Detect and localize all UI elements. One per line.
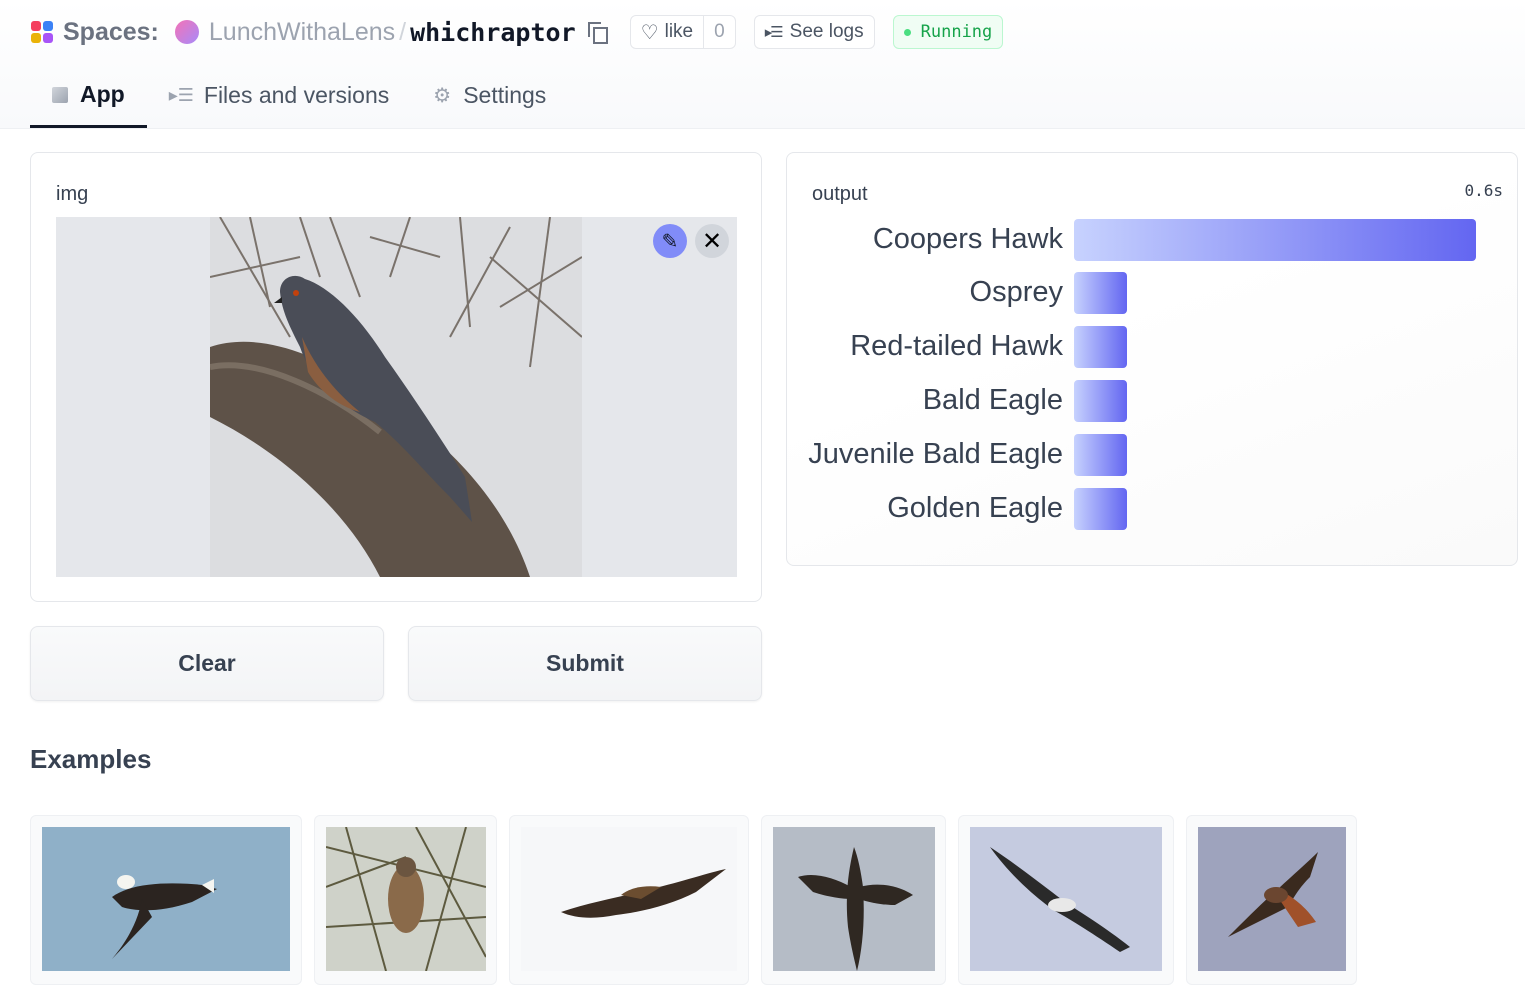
path-separator: / [399, 17, 407, 46]
like-button[interactable]: ♡ like 0 [629, 15, 736, 49]
clear-button[interactable]: Clear [30, 626, 384, 701]
confidence-label: Red-tailed Hawk [850, 330, 1063, 362]
image-input[interactable]: ✎ ✕ [56, 217, 737, 577]
confidence-label: Bald Eagle [922, 384, 1063, 416]
timing-badge: 0.6s [1464, 181, 1503, 200]
see-logs-label: See logs [789, 21, 864, 42]
tab-settings-label: Settings [463, 81, 547, 108]
confidence-row: Juvenile Bald Eagle [787, 434, 1519, 476]
like-label: like [664, 21, 694, 42]
example-image-coopers-hawk [326, 827, 486, 971]
confidence-label: Coopers Hawk [872, 223, 1063, 255]
example-thumbnail[interactable] [761, 815, 946, 985]
remove-image-button[interactable]: ✕ [695, 224, 729, 258]
example-thumbnail[interactable] [314, 815, 497, 985]
confidence-label: Osprey [969, 276, 1063, 308]
status-label: Running [920, 22, 993, 42]
example-image-golden-eagle [521, 827, 737, 971]
cube-icon [52, 86, 68, 103]
confidence-label: Golden Eagle [887, 492, 1063, 524]
output-label: output [812, 183, 868, 205]
files-icon: ▸☰ [168, 84, 194, 105]
repo-link[interactable]: whichraptor [410, 18, 576, 47]
example-thumbnail[interactable] [509, 815, 749, 985]
status-badge[interactable]: Running [892, 15, 1004, 49]
space-tabs: App ▸☰ Files and versions ⚙ Settings [30, 64, 568, 128]
copy-icon[interactable] [587, 22, 608, 44]
space-title-row: Spaces: LunchWithaLens / whichraptor ♡ l… [31, 14, 1004, 50]
submit-button[interactable]: Submit [408, 626, 762, 701]
hawk-photo [210, 217, 582, 577]
logs-icon: ▸☰ [764, 24, 784, 41]
see-logs-button[interactable]: ▸☰ See logs [753, 15, 875, 49]
like-count: 0 [703, 16, 735, 48]
example-thumbnail[interactable] [30, 815, 302, 985]
tab-files-label: Files and versions [203, 81, 390, 108]
example-image-bald-eagle [42, 827, 290, 971]
confidence-row: Red-tailed Hawk [787, 326, 1519, 368]
example-image-juvenile-bald-eagle [773, 827, 935, 971]
confidence-row: Coopers Hawk [787, 219, 1519, 261]
confidence-bar [1074, 488, 1127, 530]
owner-avatar[interactable] [174, 20, 199, 44]
confidence-label: Juvenile Bald Eagle [808, 438, 1063, 470]
heart-icon: ♡ [640, 21, 659, 44]
spaces-logo-icon[interactable] [31, 21, 53, 43]
examples-heading: Examples [30, 744, 152, 774]
space-header: Spaces: LunchWithaLens / whichraptor ♡ l… [0, 0, 1525, 129]
confidence-bar [1074, 272, 1127, 314]
confidence-bar [1074, 434, 1127, 476]
pencil-icon: ✎ [661, 230, 679, 253]
example-thumbnail[interactable] [1186, 815, 1357, 985]
status-dot-icon [903, 28, 911, 36]
tab-files[interactable]: ▸☰ Files and versions [147, 64, 412, 126]
edit-image-button[interactable]: ✎ [653, 224, 687, 258]
output-panel: output 0.6s Coopers Hawk Osprey Red-tail… [786, 152, 1518, 566]
owner-link[interactable]: LunchWithaLens [209, 18, 395, 47]
confidence-bar [1074, 380, 1127, 422]
tab-app[interactable]: App [30, 64, 147, 128]
gear-icon: ⚙ [433, 84, 452, 107]
confidence-row: Bald Eagle [787, 380, 1519, 422]
input-panel: img ✎ ✕ [30, 152, 762, 602]
confidence-bar [1074, 326, 1127, 368]
spaces-link[interactable]: Spaces: [63, 18, 159, 47]
example-thumbnail[interactable] [958, 815, 1174, 985]
tab-settings[interactable]: ⚙ Settings [411, 64, 568, 126]
tab-app-label: App [80, 81, 125, 107]
example-image-red-tailed-hawk [1198, 827, 1346, 971]
confidence-row: Osprey [787, 272, 1519, 314]
confidence-row: Golden Eagle [787, 488, 1519, 530]
close-icon: ✕ [701, 227, 723, 255]
confidence-bar [1074, 219, 1476, 261]
example-image-osprey [970, 827, 1162, 971]
input-label: img [56, 183, 89, 205]
